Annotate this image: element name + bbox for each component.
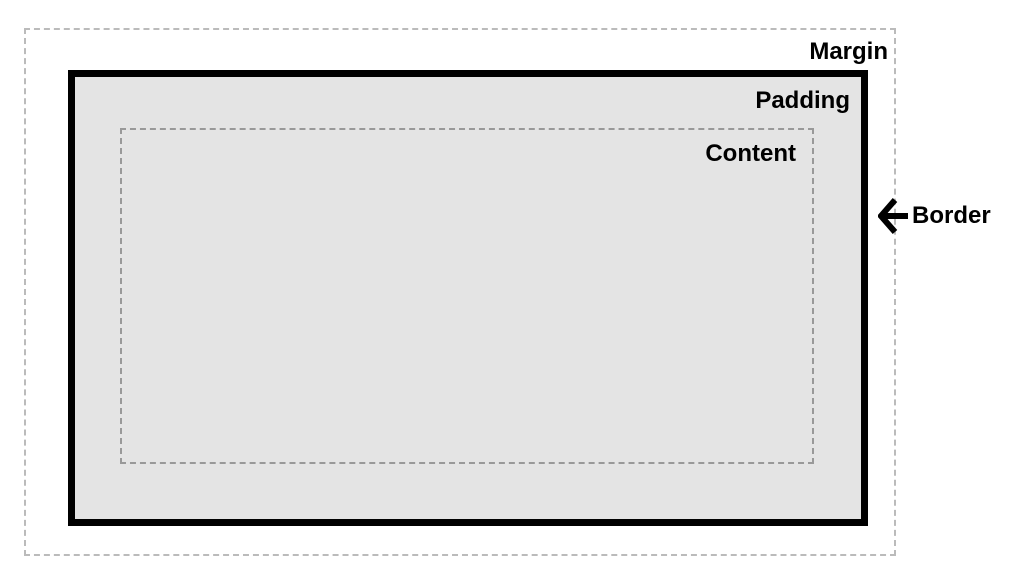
content-box [120,128,814,464]
border-pointer-group: Border [878,196,991,236]
padding-label: Padding [755,87,850,115]
margin-label: Margin [809,38,888,66]
arrow-left-icon [878,196,910,236]
content-label: Content [705,140,796,168]
border-label: Border [912,202,991,230]
